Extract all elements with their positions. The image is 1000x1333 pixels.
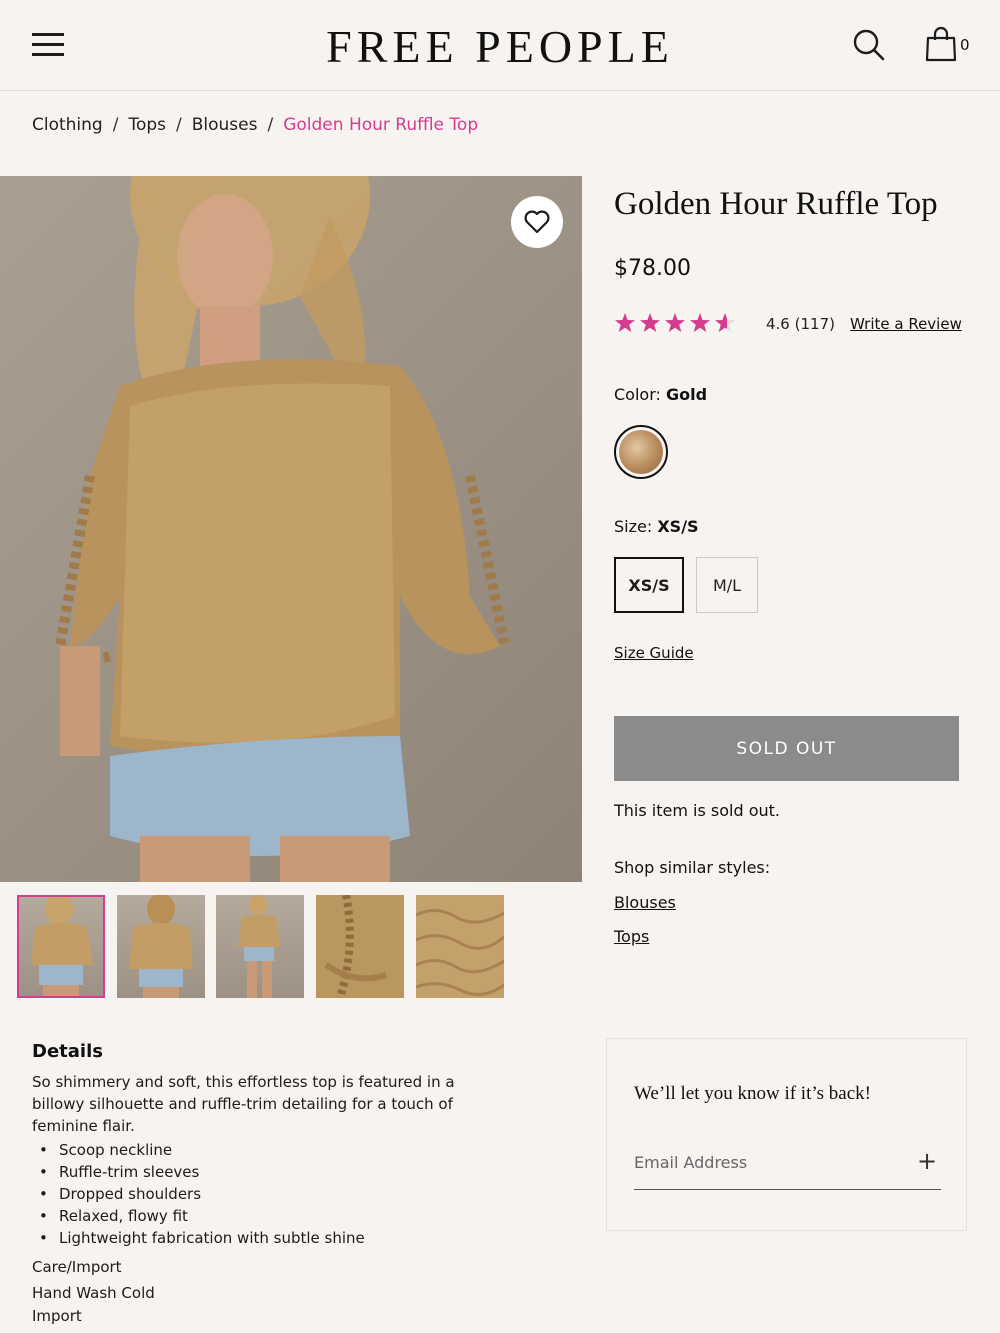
heart-icon [524,210,550,234]
import-info: Import [32,1307,82,1325]
back-in-stock-form: We’ll let you know if it’s back! + [606,1038,967,1231]
input-underline [634,1189,941,1190]
size-label-text: Size: [614,517,653,536]
sold-out-message: This item is sold out. [614,801,780,820]
care-instructions: Hand Wash Cold [32,1284,155,1302]
thumbnail-fabric-detail[interactable] [416,895,504,998]
product-main-image[interactable] [0,176,582,882]
shopping-bag-button[interactable]: 0 [924,26,974,64]
color-value: Gold [665,385,708,404]
similar-link-tops[interactable]: Tops [614,927,649,946]
product-title: Golden Hour Ruffle Top [614,186,938,222]
breadcrumb-tops[interactable]: Tops [128,115,166,135]
plus-icon[interactable]: + [917,1149,937,1173]
rating-summary: 4.6 (117) [766,315,835,333]
bag-count: 0 [960,36,970,54]
details-heading: Details [32,1041,103,1062]
write-review-link[interactable]: Write a Review [850,315,962,333]
breadcrumb-separator: / [267,115,274,135]
list-item: Lightweight fabrication with subtle shin… [39,1227,365,1249]
breadcrumb-clothing[interactable]: Clothing [32,115,103,135]
list-item: Scoop neckline [39,1139,365,1161]
swatch-image [619,430,663,474]
color-swatch-gold[interactable] [614,425,668,479]
size-option-m-l[interactable]: M/L [696,557,758,613]
size-value: XS/S [657,517,699,536]
notify-title: We’ll let you know if it’s back! [634,1083,871,1104]
list-item: Ruffle-trim sleeves [39,1161,365,1183]
color-label: Color: Gold [614,385,707,404]
size-label: Size: XS/S [614,517,699,536]
details-feature-list: Scoop neckline Ruffle-trim sleeves Dropp… [39,1139,365,1249]
shopping-bag-icon [925,26,957,62]
search-icon[interactable] [852,28,886,62]
model-photo [54,176,510,882]
size-guide-link[interactable]: Size Guide [614,644,694,662]
site-header: FREE PEOPLE 0 [0,0,1000,91]
similar-styles-label: Shop similar styles: [614,858,771,877]
review-count: (117) [794,315,835,333]
product-price: $78.00 [614,256,691,281]
wishlist-button[interactable] [511,196,563,248]
site-logo[interactable]: FREE PEOPLE [0,20,1000,73]
star-icons [615,313,735,332]
similar-link-blouses[interactable]: Blouses [614,893,676,912]
email-address-input[interactable] [634,1145,914,1179]
thumbnail-full-length[interactable] [216,895,304,998]
breadcrumb: Clothing / Tops / Blouses / Golden Hour Ruffle… [32,115,478,135]
size-option-xs-s[interactable]: XS/S [614,557,684,613]
star-rating[interactable] [614,311,740,339]
breadcrumb-current: Golden Hour Ruffle Top [283,115,479,135]
sold-out-button[interactable]: SOLD OUT [614,716,959,781]
thumbnail-back[interactable] [117,895,205,998]
care-import-heading: Care/Import [32,1258,122,1276]
list-item: Dropped shoulders [39,1183,365,1205]
thumbnail-sleeve-detail[interactable] [316,895,404,998]
list-item: Relaxed, flowy fit [39,1205,365,1227]
breadcrumb-blouses[interactable]: Blouses [192,115,258,135]
thumbnail-front[interactable] [17,895,105,998]
details-description: So shimmery and soft, this effortless to… [32,1073,455,1135]
breadcrumb-separator: / [176,115,182,135]
color-label-text: Color: [614,385,661,404]
breadcrumb-separator: / [112,115,119,135]
rating-value: 4.6 [766,315,790,333]
